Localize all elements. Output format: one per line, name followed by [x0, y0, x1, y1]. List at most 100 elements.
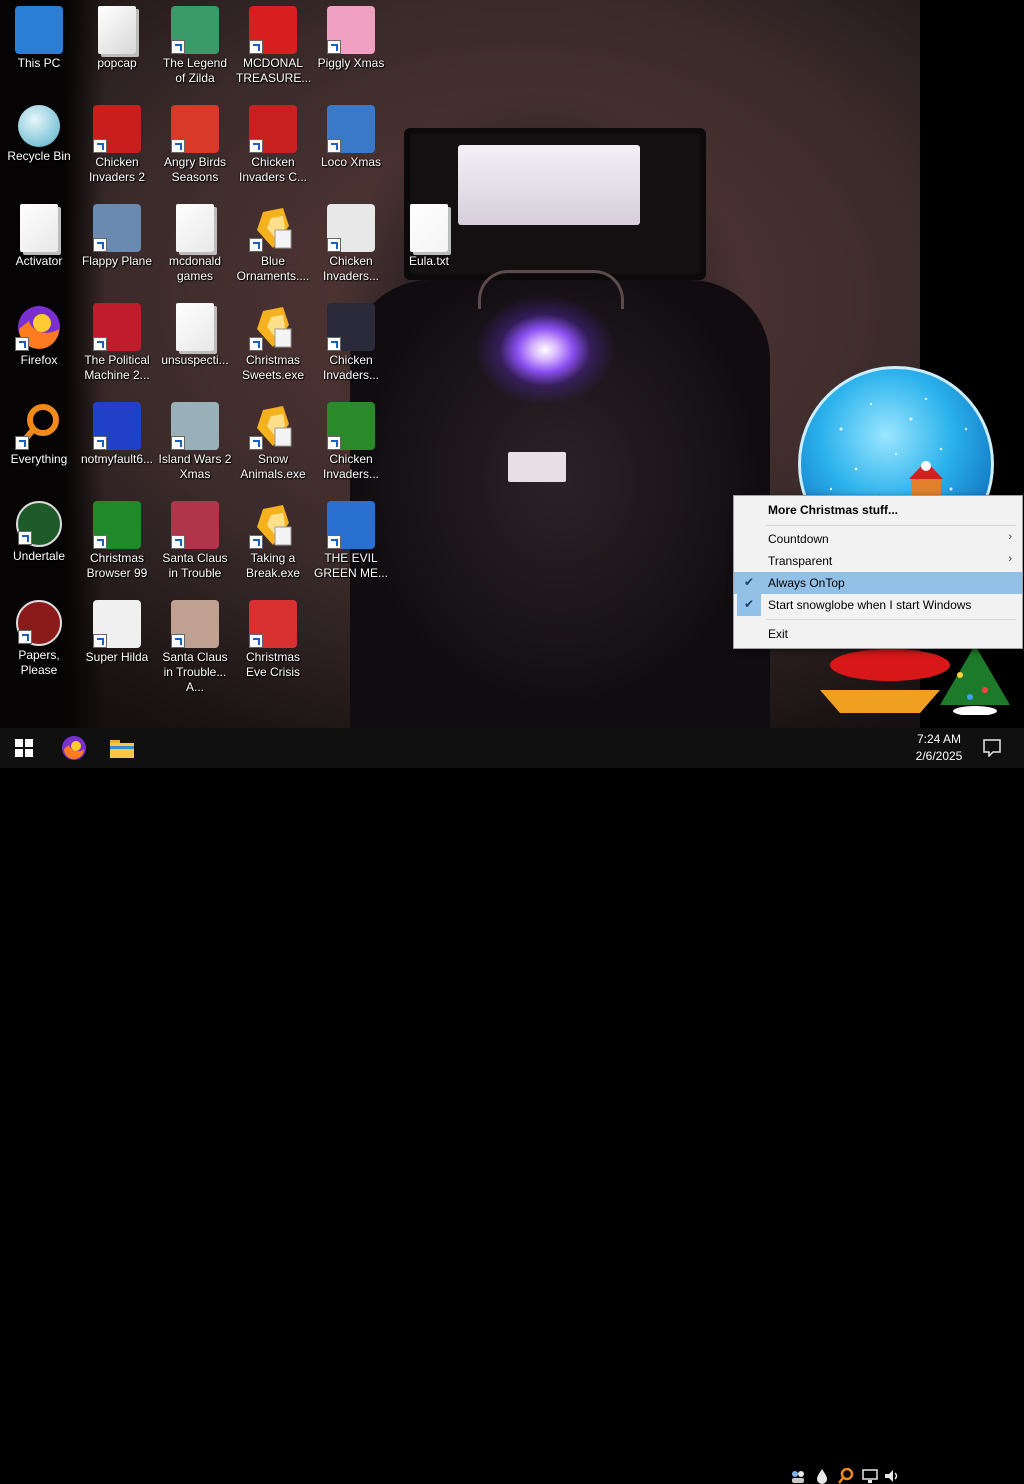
desktop-icon-super-hilda[interactable]: Super Hilda [78, 596, 156, 692]
desktop-icon-label: Chicken Invaders... [322, 452, 380, 481]
menu-item-start-snowglobe-when-i-start-windows[interactable]: ✔ Start snowglobe when I start Windows [734, 594, 1022, 616]
desktop-icon-christmas-eve-crisis[interactable]: Christmas Eve Crisis [234, 596, 312, 692]
desktop-icon-chicken-invaders-3[interactable]: Chicken Invaders... [312, 200, 390, 296]
desktop-icon-label: Angry Birds Seasons [163, 155, 227, 184]
desktop-icon-notmyfault[interactable]: notmyfault6... [78, 398, 156, 494]
desktop-icon-label: Flappy Plane [81, 254, 153, 268]
shortcut-arrow-icon [327, 535, 341, 549]
menu-item-transparent[interactable]: Transparent › [734, 550, 1022, 572]
desktop-icon-this-pc[interactable]: This PC [0, 2, 78, 98]
desktop-icon-chicken-invaders-4[interactable]: Chicken Invaders... [312, 299, 390, 395]
papers-please-icon [16, 600, 62, 646]
desktop-icon-label: Chicken Invaders C... [238, 155, 308, 184]
shortcut-arrow-icon [93, 337, 107, 351]
shortcut-arrow-icon [249, 139, 263, 153]
desktop-icon-chicken-invaders-c[interactable]: Chicken Invaders C... [234, 101, 312, 197]
people-icon[interactable] [790, 1468, 806, 1484]
desktop-icon-recycle-bin[interactable]: Recycle Bin [0, 101, 78, 197]
desktop-icon-christmas-browser[interactable]: Christmas Browser 99 [78, 497, 156, 593]
desktop-icon-mcdonald-treasure[interactable]: MCDONAL TREASURE... [234, 2, 312, 98]
text-file-icon [410, 204, 448, 252]
desktop-icon-legend-of-zilda[interactable]: The Legend of Zilda [156, 2, 234, 98]
computer-icon [15, 6, 63, 54]
action-center-icon[interactable] [972, 728, 1012, 768]
desktop-icon-island-wars[interactable]: Island Wars 2 Xmas [156, 398, 234, 494]
shortcut-arrow-icon [93, 238, 107, 252]
desktop-icon-christmas-sweets[interactable]: Christmas Sweets.exe [234, 299, 312, 395]
shortcut-arrow-icon [327, 238, 341, 252]
menu-item-label: Transparent [768, 554, 833, 568]
chicken-icon [327, 204, 375, 252]
chicken-icon [93, 105, 141, 153]
desktop-icon-everything[interactable]: Everything [0, 398, 78, 494]
desktop-icon-evil-green[interactable]: THE EVIL GREEN ME... [312, 497, 390, 593]
folder-icon [20, 204, 58, 252]
shortcut-arrow-icon [171, 436, 185, 450]
desktop-icon-label: notmyfault6... [80, 452, 154, 466]
menu-item-countdown[interactable]: Countdown › [734, 528, 1022, 550]
desktop-icon-flappy-plane[interactable]: Flappy Plane [78, 200, 156, 296]
desktop-icon-chicken-invaders-5[interactable]: Chicken Invaders... [312, 398, 390, 494]
desktop-icon-eula[interactable]: Eula.txt [390, 200, 468, 296]
shortcut-arrow-icon [171, 634, 185, 648]
everything-search-icon[interactable] [838, 1468, 854, 1484]
desktop-icon-label: Chicken Invaders... [322, 254, 380, 283]
desktop-icon-popcap[interactable]: popcap [78, 2, 156, 98]
volume-icon[interactable] [884, 1468, 900, 1484]
ornament-exe-icon [249, 402, 297, 450]
desktop-icon-label: Everything [10, 452, 68, 466]
desktop-icon-activator[interactable]: Activator [0, 200, 78, 296]
desktop-icon-label: Loco Xmas [320, 155, 382, 169]
desktop-icon-political-machine[interactable]: The Political Machine 2... [78, 299, 156, 395]
santa-icon [171, 600, 219, 648]
shortcut-arrow-icon [93, 634, 107, 648]
super-hilda-icon [93, 600, 141, 648]
desktop-icon-piggly-xmas[interactable]: Piggly Xmas [312, 2, 390, 98]
desktop-icon-label: Papers, Please [18, 648, 60, 677]
desktop-icon-label: Piggly Xmas [317, 56, 385, 70]
check-icon: ✔ [737, 572, 761, 594]
desktop-icon-loco-xmas[interactable]: Loco Xmas [312, 101, 390, 197]
political-machine-icon [93, 303, 141, 351]
desktop-icon-label: Snow Animals.exe [240, 452, 306, 481]
desktop-icon-undertale[interactable]: Undertale [0, 497, 78, 593]
shortcut-arrow-icon [15, 337, 29, 351]
taskbar-firefox-icon[interactable] [50, 728, 98, 768]
desktop-icon-angry-birds[interactable]: Angry Birds Seasons [156, 101, 234, 197]
desktop-icon-unsuspecting[interactable]: unsuspecti... [156, 299, 234, 395]
ornament-exe-icon [249, 303, 297, 351]
menu-item-label: Start snowglobe when I start Windows [768, 598, 972, 612]
menu-item-more-christmas-stuff[interactable]: More Christmas stuff... [734, 499, 1022, 521]
desktop-icon-mcdonald-games[interactable]: mcdonald games [156, 200, 234, 296]
desktop-icon-taking-a-break[interactable]: Taking a Break.exe [234, 497, 312, 593]
desktop-icon-snow-animals[interactable]: Snow Animals.exe [234, 398, 312, 494]
network-icon[interactable] [862, 1468, 878, 1484]
shortcut-arrow-icon [249, 535, 263, 549]
desktop-icon-firefox[interactable]: Firefox [0, 299, 78, 395]
desktop-icon-label: MCDONAL TREASURE... [236, 56, 312, 85]
desktop-icon-chicken-invaders-2[interactable]: Chicken Invaders 2 [78, 101, 156, 197]
menu-item-exit[interactable]: Exit [734, 623, 1022, 645]
desktop-icon-papers-please[interactable]: Papers, Please [0, 596, 78, 692]
shortcut-arrow-icon [327, 436, 341, 450]
menu-item-always-ontop[interactable]: ✔ Always OnTop [734, 572, 1022, 594]
desktop-icon-label: Christmas Browser 99 [86, 551, 148, 580]
desktop-icon-label: Recycle Bin [7, 149, 71, 163]
snowglobe-context-menu: More Christmas stuff... Countdown › Transpa… [733, 495, 1023, 649]
drop-icon[interactable] [814, 1468, 830, 1484]
desktop-icon-blue-ornaments[interactable]: Blue Ornaments.... [234, 200, 312, 296]
desktop-icon-label: Taking a Break.exe [245, 551, 301, 580]
messenger-icon [327, 501, 375, 549]
desktop-icon-label: This PC [17, 56, 61, 70]
desktop-icon-santa-trouble-a[interactable]: Santa Claus in Trouble... A... [156, 596, 234, 694]
windows-start-icon[interactable] [0, 728, 48, 768]
shortcut-arrow-icon [171, 139, 185, 153]
flappy-plane-icon [93, 204, 141, 252]
santa-icon [171, 501, 219, 549]
desktop-icon-label: Firefox [20, 353, 58, 367]
menu-item-label: Countdown [768, 532, 829, 546]
taskbar-file-explorer-icon[interactable] [98, 728, 146, 768]
desktop-icon-santa-trouble[interactable]: Santa Claus in Trouble [156, 497, 234, 593]
shortcut-arrow-icon [18, 531, 32, 545]
taskbar-clock[interactable]: 7:24 AM 2/6/2025 [906, 728, 972, 768]
